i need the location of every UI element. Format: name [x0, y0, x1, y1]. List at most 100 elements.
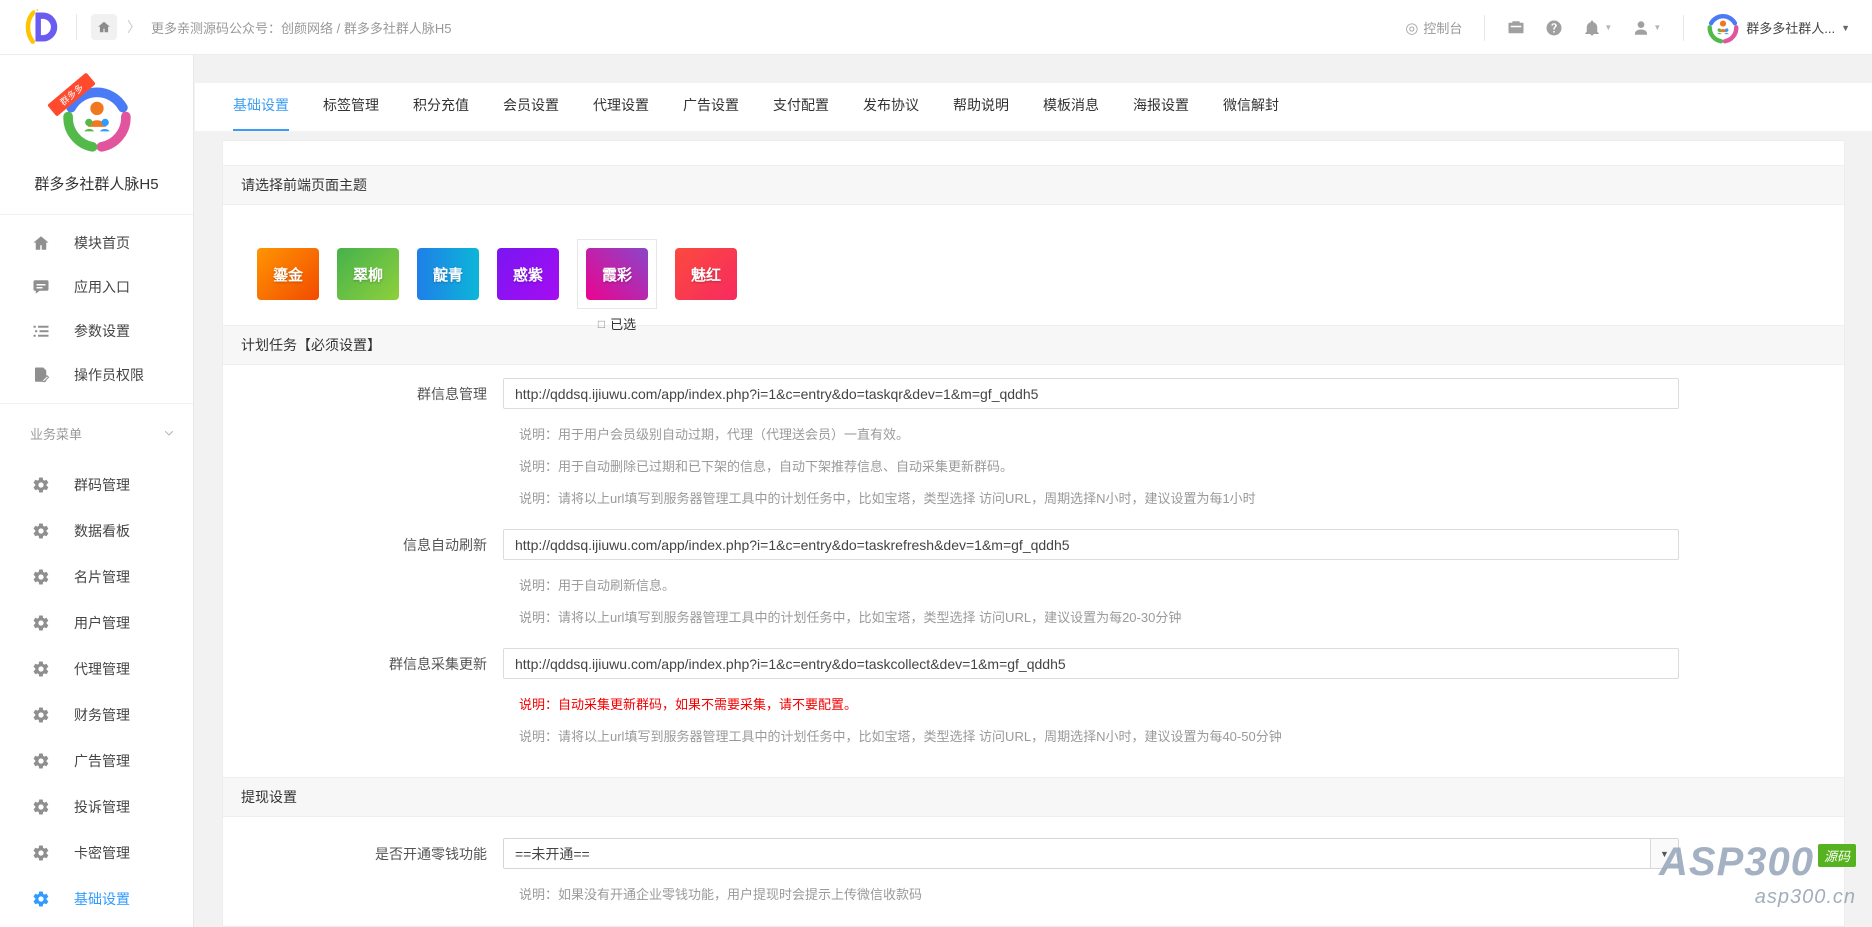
sidebar-item-label: 数据看板 [74, 523, 130, 539]
breadcrumb-separator-icon: 〉 [127, 19, 141, 35]
chat-icon [32, 278, 50, 296]
sidebar-item-代理管理[interactable]: 代理管理 [0, 646, 193, 692]
task-field-label: 信息自动刷新 [403, 536, 487, 553]
section-withdraw-title: 提现设置 [223, 777, 1844, 817]
tab-支付配置[interactable]: 支付配置 [773, 95, 829, 131]
tab-发布协议[interactable]: 发布协议 [863, 95, 919, 131]
chevron-down-icon [163, 427, 175, 439]
home-icon [32, 234, 50, 252]
theme-option-惑紫: 惑紫 [497, 248, 559, 300]
sidebar-item-应用入口[interactable]: 应用入口 [0, 265, 193, 309]
settings-tabbar: 基础设置 标签管理 积分充值 会员设置 代理设置 广告设置 支付配置 发布协议 帮助说明 模板消息… [195, 83, 1872, 131]
divider [76, 14, 77, 40]
theme-swatch-翠柳[interactable]: 翠柳 [337, 248, 399, 300]
gear-icon [32, 476, 50, 494]
tab-基础设置[interactable]: 基础设置 [233, 95, 289, 131]
sidebar-item-基础设置[interactable]: 基础设置 [0, 876, 193, 922]
sidebar-main-menu: 模块首页应用入口参数设置操作员权限 [0, 215, 193, 397]
account-switcher[interactable]: 群多多社群人... ▼ [1706, 11, 1850, 45]
gear-icon [32, 844, 50, 862]
sidebar-item-数据看板[interactable]: 数据看板 [0, 508, 193, 554]
sidebar-item-label: 代理管理 [74, 661, 130, 677]
sidebar-item-用户管理[interactable]: 用户管理 [0, 600, 193, 646]
sidebar-group-label: 业务菜单 [30, 426, 83, 442]
breadcrumb-home-button[interactable] [91, 14, 117, 40]
note-line: 说明：请将以上url填写到服务器管理工具中的计划任务中，比如宝塔，类型选择 访问… [519, 610, 1182, 625]
sidebar-item-label: 基础设置 [74, 891, 130, 907]
note-line: 说明：请将以上url填写到服务器管理工具中的计划任务中，比如宝塔，类型选择 访问… [519, 729, 1282, 744]
tab-微信解封[interactable]: 微信解封 [1223, 95, 1279, 131]
console-link[interactable]: ◎ 控制台 [1405, 18, 1462, 37]
sidebar-item-模块首页[interactable]: 模块首页 [0, 221, 193, 265]
task-notes: 说明：用于自动刷新信息。 说明：请将以上url填写到服务器管理工具中的计划任务中，… [519, 570, 1844, 634]
tab-代理设置[interactable]: 代理设置 [593, 95, 649, 131]
selected-theme-label: □ 已选 [598, 314, 636, 333]
sidebar-item-label: 用户管理 [74, 615, 130, 631]
tab-海报设置[interactable]: 海报设置 [1133, 95, 1189, 131]
task-field-label: 群信息采集更新 [389, 655, 487, 672]
caret-down-icon: ▼ [1653, 23, 1662, 32]
tab-会员设置[interactable]: 会员设置 [503, 95, 559, 131]
gear-icon [32, 522, 50, 540]
gear-icon [32, 752, 50, 770]
account-name: 群多多社群人... [1746, 21, 1836, 36]
card-panel-icon[interactable] [1507, 19, 1525, 37]
wallet-enabled-value: ==未开通== [515, 845, 590, 862]
sidebar-item-群码管理[interactable]: 群码管理 [0, 462, 193, 508]
theme-swatch-靛青[interactable]: 靛青 [417, 248, 479, 300]
sidebar-app-block: 群多多 群多多社群人脉H5 [0, 55, 193, 215]
task-url-input-3[interactable] [503, 648, 1679, 679]
theme-swatch-惑紫[interactable]: 惑紫 [497, 248, 559, 300]
gear-icon [32, 660, 50, 678]
theme-option-翠柳: 翠柳 [337, 248, 399, 300]
sidebar-item-label: 操作员权限 [74, 367, 144, 383]
notifications-menu[interactable]: ▼ [1583, 19, 1612, 37]
caret-down-icon: ▼ [1841, 22, 1850, 33]
sidebar-item-label: 群码管理 [74, 477, 130, 493]
sidebar-item-广告管理[interactable]: 广告管理 [0, 738, 193, 784]
wallet-enabled-select[interactable]: ==未开通== ▼ [503, 838, 1679, 869]
bell-icon [1583, 19, 1601, 37]
doc-icon [32, 366, 50, 384]
note-line: 说明：用于用户会员级别自动过期，代理（代理送会员）一直有效。 [519, 427, 910, 442]
tab-帮助说明[interactable]: 帮助说明 [953, 95, 1009, 131]
note-line: 说明：请将以上url填写到服务器管理工具中的计划任务中，比如宝塔，类型选择 访问… [519, 491, 1256, 506]
theme-option-靛青: 靛青 [417, 248, 479, 300]
theme-swatch-鎏金[interactable]: 鎏金 [257, 248, 319, 300]
sidebar-item-label: 名片管理 [74, 569, 130, 585]
theme-swatch-霞彩[interactable]: 霞彩 [586, 248, 648, 300]
header-actions: ◎ 控制台 ▼ ▼ 群多多社群人... ▼ [1405, 0, 1850, 55]
task-fields: 群信息管理说明：用于用户会员级别自动过期，代理（代理送会员）一直有效。说明：用于… [223, 378, 1844, 753]
top-header: 〉 更多亲测源码公众号：创颜网络 / 群多多社群人脉H5 ◎ 控制台 ▼ ▼ 群… [0, 0, 1872, 55]
select-caret-icon: ▼ [1650, 839, 1678, 868]
sidebar-item-label: 模块首页 [74, 235, 130, 251]
sidebar-item-投诉管理[interactable]: 投诉管理 [0, 784, 193, 830]
sidebar-item-卡密管理[interactable]: 卡密管理 [0, 830, 193, 876]
task-row-群信息管理: 群信息管理 [223, 378, 1844, 409]
gear-icon [32, 568, 50, 586]
selected-theme-frame: 霞彩 [577, 239, 657, 309]
sidebar-item-label: 财务管理 [74, 707, 130, 723]
task-url-input-2[interactable] [503, 529, 1679, 560]
sidebar-item-名片管理[interactable]: 名片管理 [0, 554, 193, 600]
person-icon [1632, 19, 1650, 37]
sidebar-item-财务管理[interactable]: 财务管理 [0, 692, 193, 738]
user-menu[interactable]: ▼ [1632, 19, 1661, 37]
sidebar-group-business[interactable]: 业务菜单 [0, 410, 193, 456]
account-avatar [1706, 11, 1740, 45]
tab-标签管理[interactable]: 标签管理 [323, 95, 379, 131]
tab-广告设置[interactable]: 广告设置 [683, 95, 739, 131]
console-label: 控制台 [1423, 21, 1463, 36]
theme-swatch-魅红[interactable]: 魅红 [675, 248, 737, 300]
sidebar-item-label: 参数设置 [74, 323, 130, 339]
app-logo-icon[interactable] [20, 7, 60, 47]
note-line: 说明：自动采集更新群码，如果不需要采集，请不要配置。 [519, 697, 858, 712]
sidebar-item-操作员权限[interactable]: 操作员权限 [0, 353, 193, 397]
task-row-信息自动刷新: 信息自动刷新 [223, 529, 1844, 560]
sidebar-business-menu: 群码管理数据看板名片管理用户管理代理管理财务管理广告管理 投诉管理 卡密管理基础设置 [0, 456, 193, 922]
tab-模板消息[interactable]: 模板消息 [1043, 95, 1099, 131]
help-icon[interactable] [1545, 19, 1563, 37]
task-url-input-1[interactable] [503, 378, 1679, 409]
sidebar-item-参数设置[interactable]: 参数设置 [0, 309, 193, 353]
tab-积分充值[interactable]: 积分充值 [413, 95, 469, 131]
